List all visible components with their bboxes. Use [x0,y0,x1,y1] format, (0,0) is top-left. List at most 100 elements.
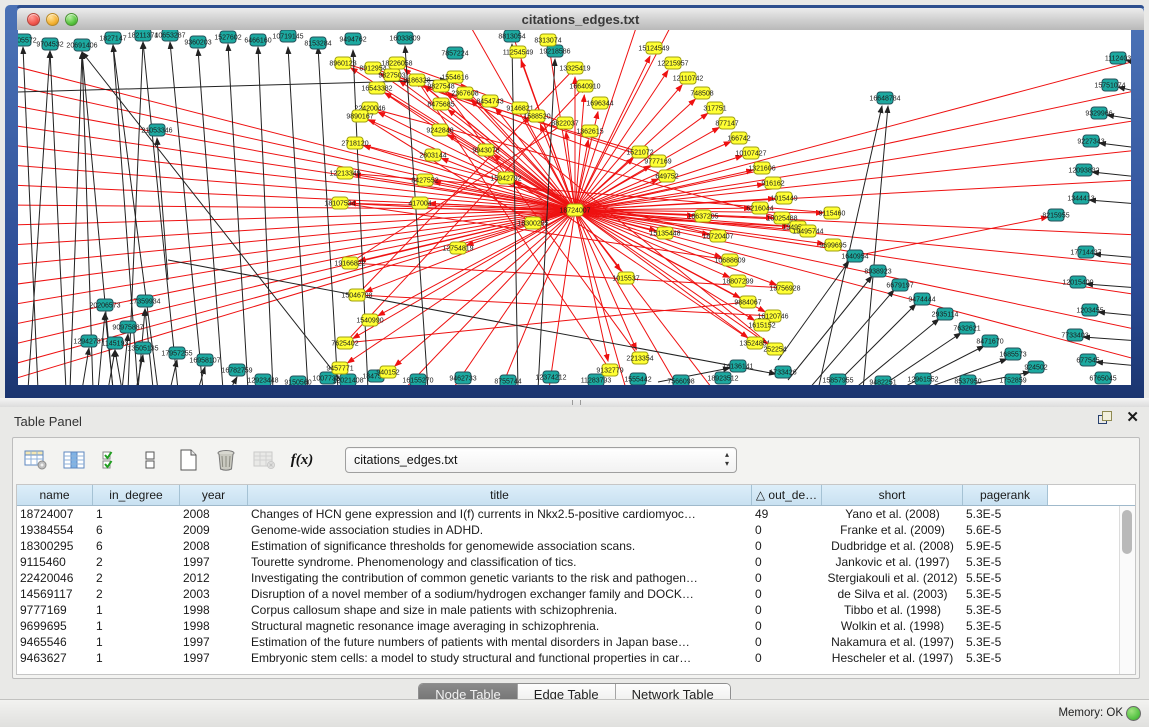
graph-node[interactable]: 9704532 [36,38,63,50]
graph-node[interactable]: 1344413 [1067,192,1094,204]
cell-year[interactable]: 1997 [180,634,248,650]
cell-short[interactable]: de Silva et al. (2003) [822,586,963,602]
graph-node[interactable]: 649752 [655,170,678,182]
graph-node[interactable]: 16782759 [221,364,252,376]
graph-node[interactable]: 6466160 [244,34,271,46]
cell-in_degree[interactable]: 6 [93,522,180,538]
graph-node[interactable]: 9329966 [1085,107,1112,119]
cell-in_degree[interactable]: 2 [93,570,180,586]
graph-node[interactable]: 18923512 [707,372,738,384]
citation-network-graph[interactable]: 2405572970453220691406182714718211374106… [18,30,1131,385]
cell-year[interactable]: 1997 [180,554,248,570]
graph-node[interactable]: 9360203 [184,36,211,48]
graph-node[interactable]: 1685573 [999,348,1026,360]
graph-node[interactable]: 6216044 [746,202,773,214]
cell-short[interactable]: Tibbo et al. (1998) [822,602,963,618]
graph-node[interactable]: 2935114 [932,308,959,320]
cell-year[interactable]: 2008 [180,538,248,554]
cell-in_degree[interactable]: 1 [93,618,180,634]
table-scrollbar[interactable] [1119,506,1135,674]
graph-node[interactable]: 166742 [727,132,750,144]
graph-node[interactable]: 16155270 [402,374,433,385]
cell-in_degree[interactable]: 1 [93,634,180,650]
graph-node[interactable]: 10719145 [272,30,303,42]
graph-node[interactable]: 12754819 [442,242,473,254]
cell-short[interactable]: Yano et al. (2008) [822,506,963,522]
graph-node[interactable]: 12374212 [535,371,566,383]
graph-node[interactable]: 1554616 [441,71,468,83]
graph-node[interactable]: 10688609 [714,254,745,266]
cell-out_degree[interactable]: 0 [752,634,822,650]
graph-node[interactable]: 1527602 [214,31,241,43]
graph-node[interactable]: 1827147 [99,32,126,44]
function-builder-button[interactable]: f(x) [289,447,315,473]
cell-title[interactable]: Tourette syndrome. Phenomenology and cla… [248,554,752,570]
cell-short[interactable]: Stergiakouli et al. (2012) [822,570,963,586]
cell-out_degree[interactable]: 0 [752,522,822,538]
graph-node[interactable]: 677545 [1076,354,1099,366]
graph-node[interactable]: 1696344 [586,97,613,109]
cell-year[interactable]: 1998 [180,602,248,618]
panel-splitter[interactable] [0,398,1149,407]
cell-pagerank[interactable]: 5.3E-5 [963,554,1048,570]
cell-name[interactable]: 18300295 [17,538,93,554]
graph-node[interactable]: 18720407 [702,230,733,242]
graph-node[interactable]: 1640954 [841,250,868,262]
cell-pagerank[interactable]: 5.6E-5 [963,522,1048,538]
network-canvas[interactable]: 2405572970453220691406182714718211374106… [18,30,1131,385]
cell-pagerank[interactable]: 5.3E-5 [963,602,1048,618]
graph-node[interactable]: 2803144 [419,149,446,161]
graph-node[interactable]: 8313074 [534,34,561,46]
cell-out_degree[interactable]: 0 [752,554,822,570]
graph-node[interactable]: 1752859 [999,374,1026,385]
graph-node[interactable]: 9227343 [1077,135,1104,147]
graph-node[interactable]: 877147 [715,117,738,129]
cell-out_degree[interactable]: 49 [752,506,822,522]
graph-node[interactable]: 7632621 [953,322,980,334]
cell-short[interactable]: Franke et al. (2009) [822,522,963,538]
graph-node[interactable]: 12215957 [657,57,688,69]
graph-node[interactable]: 2367608 [451,87,478,99]
graph-node[interactable]: 11254549 [503,46,534,58]
graph-node[interactable]: 1015449 [770,192,797,204]
table-row[interactable]: 1830029562008Estimation of significance … [17,538,1119,554]
graph-node[interactable]: 19218586 [539,45,570,57]
graph-node[interactable]: 1321606 [748,162,775,174]
cell-pagerank[interactable]: 5.3E-5 [963,506,1048,522]
cell-title[interactable]: Estimation of the future numbers of pati… [248,634,752,650]
table-row[interactable]: 946554611997Estimation of the future num… [17,634,1119,650]
cell-name[interactable]: 9699695 [17,618,93,634]
graph-node[interactable]: 12942737 [73,335,104,347]
cell-pagerank[interactable]: 5.3E-5 [963,586,1048,602]
column-header-in_degree[interactable]: in_degree [93,485,180,505]
cell-short[interactable]: Jankovic et al. (1997) [822,554,963,570]
graph-node[interactable]: 9115460 [819,207,846,219]
table-row[interactable]: 2242004622012Investigating the contribut… [17,570,1119,586]
cell-out_degree[interactable]: 0 [752,586,822,602]
graph-node[interactable]: 9699695 [819,239,846,251]
select-rows-button[interactable] [99,447,125,473]
float-panel-icon[interactable] [1098,411,1112,424]
cell-name[interactable]: 14569117 [17,586,93,602]
graph-node[interactable]: 8454743 [476,95,503,107]
cell-pagerank[interactable]: 5.3E-5 [963,634,1048,650]
graph-node[interactable]: 9462733 [449,372,476,384]
graph-node[interactable]: 10107427 [735,147,766,159]
table-settings-button[interactable] [23,447,49,473]
cell-out_degree[interactable]: 0 [752,538,822,554]
graph-node[interactable]: 6765045 [1089,372,1116,384]
graph-node[interactable]: 317751 [703,102,726,114]
cell-title[interactable]: Disruption of a novel member of a sodium… [248,586,752,602]
cell-name[interactable]: 9465546 [17,634,93,650]
graph-node[interactable]: 2405572 [18,34,37,46]
cell-short[interactable]: Dudbridge et al. (2008) [822,538,963,554]
graph-node[interactable]: 940152 [376,366,399,378]
graph-node[interactable]: 12015400 [1062,276,1093,288]
graph-node[interactable]: 9943078 [472,144,499,156]
select-column-button[interactable] [61,447,87,473]
graph-node[interactable]: 8471670 [976,335,1003,347]
graph-node[interactable]: 924502 [1024,361,1047,373]
graph-node[interactable]: 9474444 [908,293,935,305]
graph-node[interactable]: 20206573 [89,299,120,311]
row-height-button[interactable] [137,447,163,473]
